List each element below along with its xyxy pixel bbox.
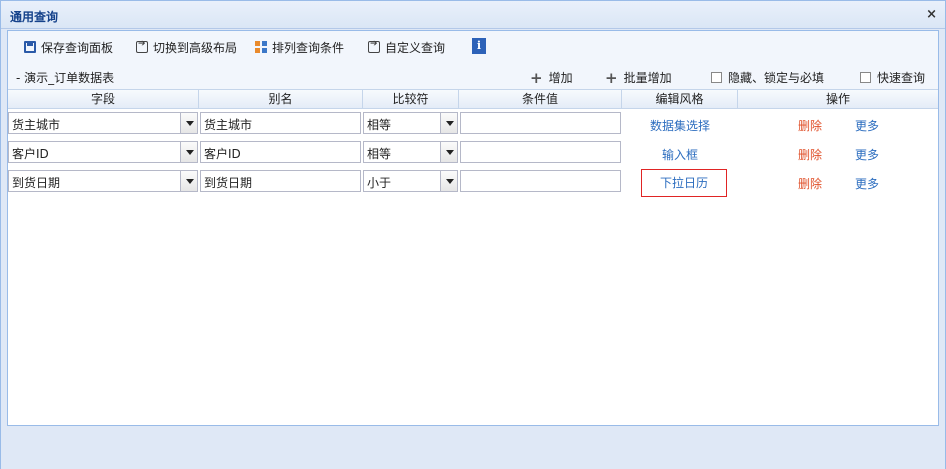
condition-value-input[interactable] — [460, 141, 621, 163]
alias-input[interactable]: 客户ID — [200, 141, 361, 163]
more-link[interactable]: 更多 — [855, 175, 879, 192]
save-icon — [24, 41, 36, 53]
alias-value: 客户ID — [204, 147, 241, 161]
chevron-down-icon[interactable] — [180, 142, 197, 162]
toolbar: 保存查询面板 切换到高级布局 排列查询条件 自定义查询 i — [8, 31, 938, 61]
window-title: 通用查询 — [10, 10, 59, 24]
close-icon[interactable]: × — [926, 7, 937, 22]
plus-icon: + — [530, 68, 543, 87]
edit-style-link[interactable]: 输入框 — [628, 146, 732, 163]
add-label: 增加 — [548, 71, 573, 85]
sort-conditions-label: 排列查询条件 — [272, 40, 345, 55]
compare-select[interactable]: 小于 — [363, 170, 458, 192]
title-bar: 通用查询 × — [1, 1, 945, 29]
column-header-value[interactable]: 条件值 — [459, 90, 622, 109]
field-value: 货主城市 — [12, 118, 61, 132]
alias-value: 到货日期 — [204, 176, 253, 190]
condition-value-input[interactable] — [460, 170, 621, 192]
custom-query-button[interactable]: 自定义查询 — [368, 38, 445, 56]
edit-style-link[interactable]: 下拉日历 — [641, 169, 727, 197]
query-window: 通用查询 × 保存查询面板 切换到高级布局 排列查询条件 自定义查询 i — [0, 0, 946, 469]
switch-layout-icon — [136, 39, 148, 53]
edit-style-link[interactable]: 数据集选择 — [628, 117, 732, 134]
delete-link[interactable]: 删除 — [798, 175, 822, 192]
table-title[interactable]: - 演示_订单数据表 — [16, 69, 114, 86]
custom-query-icon — [368, 39, 380, 53]
column-header-field[interactable]: 字段 — [8, 90, 199, 109]
plus-icon: + — [605, 68, 618, 87]
field-select[interactable]: 到货日期 — [8, 170, 198, 192]
chevron-down-icon[interactable] — [440, 113, 457, 133]
delete-link[interactable]: 删除 — [798, 117, 822, 134]
more-link[interactable]: 更多 — [855, 146, 879, 163]
condition-value-input[interactable] — [460, 112, 621, 134]
more-link[interactable]: 更多 — [855, 117, 879, 134]
field-value: 到货日期 — [12, 176, 61, 190]
sort-conditions-button[interactable]: 排列查询条件 — [255, 38, 344, 56]
switch-advanced-layout-button[interactable]: 切换到高级布局 — [136, 38, 237, 56]
checkbox-icon — [860, 72, 871, 83]
chevron-down-icon[interactable] — [440, 171, 457, 191]
field-select[interactable]: 客户ID — [8, 141, 198, 163]
quick-query-checkbox[interactable]: 快速查询 — [860, 69, 925, 86]
alias-input[interactable]: 货主城市 — [200, 112, 361, 134]
window-footer — [1, 427, 945, 469]
save-query-panel-button[interactable]: 保存查询面板 — [24, 38, 113, 56]
sort-icon — [255, 41, 267, 53]
compare-select[interactable]: 相等 — [363, 141, 458, 163]
compare-select[interactable]: 相等 — [363, 112, 458, 134]
column-header-row: 字段 别名 比较符 条件值 编辑风格 操作 — [8, 89, 938, 109]
compare-value: 相等 — [367, 118, 392, 132]
field-select[interactable]: 货主城市 — [8, 112, 198, 134]
batch-add-button[interactable]: + 批量增加 — [605, 69, 672, 86]
quick-query-label: 快速查询 — [877, 71, 926, 85]
save-query-panel-label: 保存查询面板 — [41, 40, 114, 55]
hide-lock-required-label: 隐藏、锁定与必填 — [728, 71, 825, 85]
condition-grid: - 演示_订单数据表 + 增加 + 批量增加 隐藏、锁定与必填 快速查询 字段 … — [8, 61, 938, 425]
switch-advanced-layout-label: 切换到高级布局 — [153, 40, 238, 55]
column-header-edit-style[interactable]: 编辑风格 — [622, 90, 738, 109]
chevron-down-icon[interactable] — [180, 171, 197, 191]
alias-input[interactable]: 到货日期 — [200, 170, 361, 192]
column-header-compare[interactable]: 比较符 — [363, 90, 459, 109]
custom-query-label: 自定义查询 — [385, 40, 446, 55]
table-row: 客户ID 客户ID 相等 输入框 删除 更多 — [8, 140, 938, 169]
grid-header-bar: - 演示_订单数据表 + 增加 + 批量增加 隐藏、锁定与必填 快速查询 — [8, 61, 938, 89]
chevron-down-icon[interactable] — [440, 142, 457, 162]
column-header-alias[interactable]: 别名 — [199, 90, 363, 109]
compare-value: 小于 — [367, 176, 392, 190]
table-row: 到货日期 到货日期 小于 下拉日历 删除 更多 — [8, 169, 938, 198]
checkbox-icon — [711, 72, 722, 83]
chevron-down-icon[interactable] — [180, 113, 197, 133]
window-body: 保存查询面板 切换到高级布局 排列查询条件 自定义查询 i - 演示_订单数据表… — [7, 30, 939, 426]
hide-lock-required-checkbox[interactable]: 隐藏、锁定与必填 — [711, 69, 824, 86]
table-row: 货主城市 货主城市 相等 数据集选择 删除 更多 — [8, 111, 938, 140]
column-header-actions[interactable]: 操作 — [738, 90, 938, 109]
batch-add-label: 批量增加 — [623, 71, 672, 85]
field-value: 客户ID — [12, 147, 49, 161]
info-icon[interactable]: i — [472, 38, 486, 54]
add-button[interactable]: + 增加 — [530, 69, 573, 86]
delete-link[interactable]: 删除 — [798, 146, 822, 163]
alias-value: 货主城市 — [204, 118, 253, 132]
compare-value: 相等 — [367, 147, 392, 161]
